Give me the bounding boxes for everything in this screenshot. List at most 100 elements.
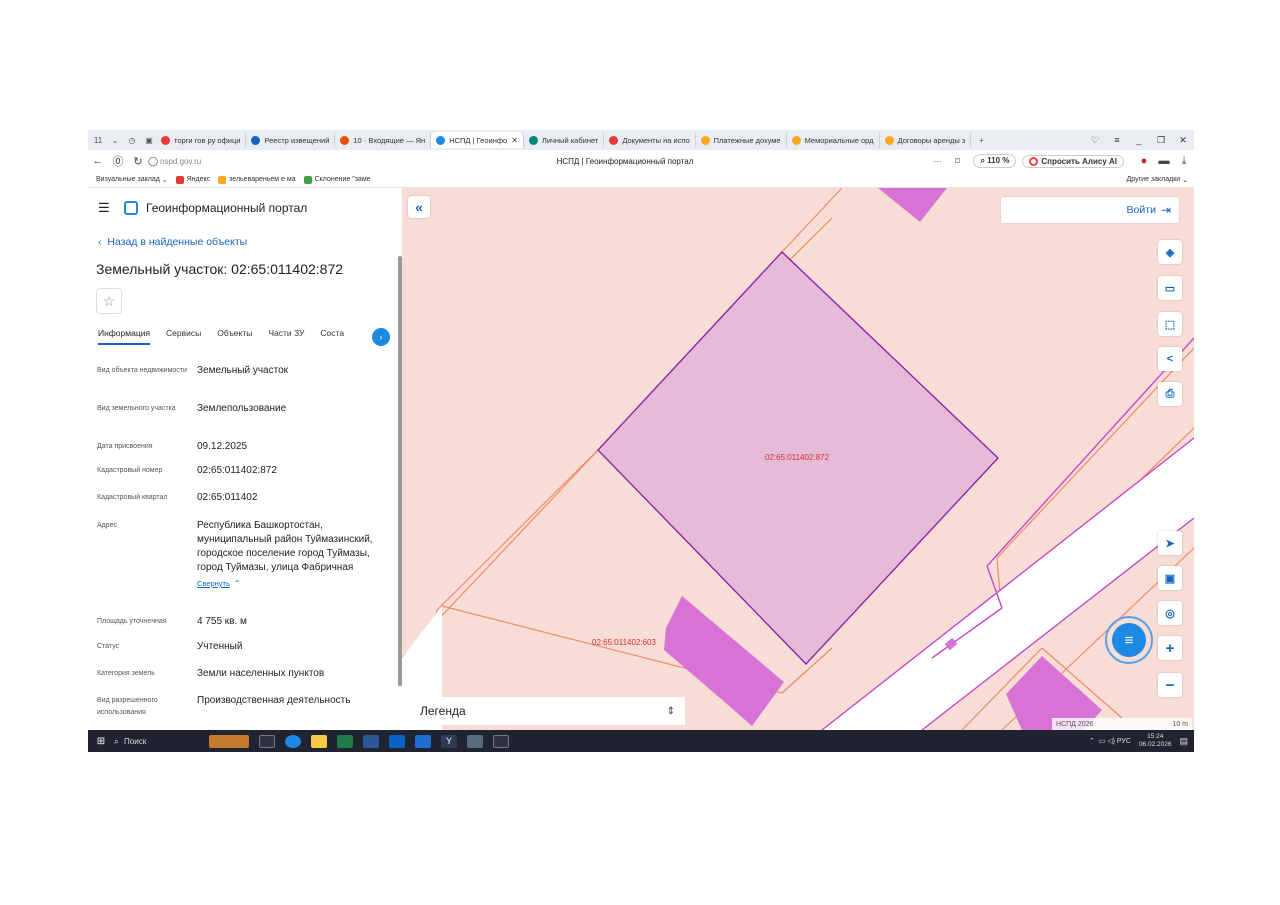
- address-bar: ← ⓪ ↻ ◯ nspd.gov.ru НСПД | Геоинформацио…: [88, 150, 1194, 172]
- zoom-out-icon[interactable]: −: [1158, 673, 1182, 697]
- menu-icon[interactable]: ☰: [98, 200, 112, 216]
- chevron-up-icon[interactable]: ⌃: [234, 579, 241, 588]
- pinned-app-icon[interactable]: [493, 734, 509, 748]
- new-tab-icon[interactable]: +: [974, 133, 988, 147]
- bookmark-item[interactable]: Яндекс: [175, 175, 211, 184]
- browser-tab[interactable]: торги гов ру офици: [156, 132, 247, 148]
- map-canvas[interactable]: 02:65:011402:872 02:65:011402:603: [402, 188, 1194, 730]
- field-row: Вид разрешенного использования Производс…: [97, 694, 393, 719]
- legend-dropdown[interactable]: Легенда ⇕: [410, 697, 685, 725]
- tab-favicon-icon: [340, 135, 350, 145]
- login-button[interactable]: Войти ⇥: [1001, 197, 1179, 223]
- lync-icon[interactable]: [415, 734, 431, 748]
- bookmark-icon[interactable]: ⌑: [947, 156, 967, 167]
- tab-count-badge[interactable]: 11: [91, 133, 105, 147]
- browser-tab[interactable]: Реестр извещений: [246, 132, 336, 148]
- tab-objects[interactable]: Объекты: [217, 328, 252, 345]
- browser-tab[interactable]: 10 · Входящие — Ян: [335, 132, 432, 148]
- history-icon[interactable]: ◷: [125, 133, 139, 147]
- bookmark-label: Яндекс: [186, 176, 211, 183]
- windows-start-icon[interactable]: ⊞: [88, 736, 114, 747]
- screen: 11 ⌄ ◷ ▣ торги гов ру офици Реестр извещ…: [88, 130, 1194, 752]
- page-title: НСПД | Геоинформационный портал: [556, 156, 694, 166]
- language-indicator[interactable]: РУС: [1117, 738, 1131, 745]
- edge-icon[interactable]: [285, 734, 301, 748]
- tabs-next-icon[interactable]: ›: [372, 328, 390, 346]
- ruler-icon[interactable]: ▭: [1158, 276, 1182, 300]
- minimize-icon[interactable]: _: [1128, 135, 1150, 145]
- app-icon[interactable]: [467, 734, 483, 748]
- location-pin-icon[interactable]: ◎: [1158, 601, 1182, 625]
- explorer-icon[interactable]: [311, 734, 327, 748]
- print-icon[interactable]: ⎙: [1158, 382, 1182, 406]
- clock[interactable]: 15:24 06.02.2026: [1139, 733, 1172, 749]
- select-area-icon[interactable]: ⬚: [1158, 312, 1182, 336]
- share-icon[interactable]: <: [1158, 347, 1182, 371]
- word-icon[interactable]: [363, 734, 379, 748]
- outlook-icon[interactable]: [389, 734, 405, 748]
- browser-tab-active[interactable]: НСПД | Геоинфо ✕: [431, 132, 524, 148]
- chat-button[interactable]: ≡: [1105, 616, 1153, 664]
- back-icon[interactable]: ←: [88, 155, 108, 167]
- bookmark-item[interactable]: Визуальные заклад ⌄: [96, 176, 168, 184]
- download-icon[interactable]: ⤓: [1174, 155, 1194, 168]
- basemap-icon[interactable]: ▣: [1158, 566, 1182, 590]
- yandex-browser-icon[interactable]: Y: [441, 734, 457, 748]
- bookmark-item[interactable]: зельевареньем е ма: [218, 175, 296, 184]
- tab-composition[interactable]: Соста: [320, 328, 344, 345]
- bookmark-label: Визуальные заклад: [96, 176, 160, 183]
- browser-tab[interactable]: Личный кабинет: [524, 132, 605, 148]
- yandex-favicon-icon: [175, 175, 184, 184]
- collapse-link[interactable]: Свернуть: [197, 579, 230, 588]
- volume-icon[interactable]: ◁): [1107, 737, 1117, 745]
- layers-icon[interactable]: ◈: [1158, 240, 1182, 264]
- close-window-icon[interactable]: ✕: [1172, 135, 1194, 146]
- bookmark-item[interactable]: Склонение "заме: [303, 175, 371, 184]
- field-value: 02:65:011402:872: [197, 465, 277, 476]
- reload-icon[interactable]: ↻: [128, 155, 148, 168]
- browser-tab[interactable]: Мемориальные орд: [787, 132, 880, 148]
- pinned-app-icon[interactable]: ▣: [142, 133, 156, 147]
- news-widget-icon[interactable]: [209, 734, 249, 748]
- back-link[interactable]: ‹ Назад в найденные объекты: [98, 236, 247, 248]
- zoom-indicator[interactable]: ⌕ 110 %: [973, 154, 1017, 168]
- tab-info[interactable]: Информация: [98, 328, 151, 345]
- cadastral-map[interactable]: 02:65:011402:872 02:65:011402:603 « Войт…: [402, 188, 1194, 730]
- more-icon[interactable]: ···: [927, 157, 947, 166]
- neighbor-parcel-label: 02:65:011402:603: [592, 638, 656, 647]
- building[interactable]: [878, 188, 947, 222]
- taskbar-search[interactable]: ⌕ Поиск: [114, 736, 204, 747]
- browser-tab[interactable]: Платежные докуме: [696, 132, 787, 148]
- alice-button[interactable]: Спросить Алису AI: [1022, 154, 1124, 168]
- favorite-star-icon[interactable]: ☆: [96, 288, 122, 314]
- field-row: Вид объекта недвижимости Земельный участ…: [97, 364, 393, 378]
- shield-icon[interactable]: ◯: [148, 156, 158, 167]
- zoom-in-icon[interactable]: +: [1158, 636, 1182, 660]
- close-tab-icon[interactable]: ✕: [511, 136, 518, 145]
- task-view-icon[interactable]: [259, 734, 275, 748]
- chevron-down-icon: ⌄: [1180, 176, 1188, 184]
- network-icon[interactable]: ▭: [1099, 737, 1108, 745]
- collections-icon[interactable]: ♡: [1084, 135, 1106, 146]
- geolocation-icon[interactable]: ➤: [1158, 531, 1182, 555]
- notifications-icon[interactable]: ▤: [1179, 736, 1188, 747]
- tab-list-icon[interactable]: ⌄: [108, 133, 122, 147]
- collapse-panel-icon[interactable]: «: [408, 196, 430, 218]
- tab-services[interactable]: Сервисы: [166, 328, 201, 345]
- other-bookmarks[interactable]: Другие закладки ⌄: [1127, 176, 1188, 184]
- tab-parts[interactable]: Части ЗУ: [268, 328, 304, 345]
- yandex-icon[interactable]: ⓪: [108, 153, 128, 169]
- restore-icon[interactable]: ❐: [1150, 135, 1172, 146]
- chevron-up-icon[interactable]: ⌃: [1089, 737, 1099, 745]
- back-link-label: Назад в найденные объекты: [107, 236, 248, 248]
- extension-icon[interactable]: ●: [1134, 155, 1154, 167]
- panel-header: ☰ Геоинформационный портал: [98, 200, 307, 216]
- excel-icon[interactable]: [337, 734, 353, 748]
- browser-tab[interactable]: Договоры аренды з: [880, 132, 972, 148]
- menu-icon[interactable]: ≡: [1106, 135, 1128, 145]
- legend-label: Легенда: [420, 704, 466, 718]
- extension-2-icon[interactable]: ▬: [1154, 155, 1174, 167]
- sort-caret-icon: ⇕: [666, 705, 675, 717]
- url-field[interactable]: nspd.gov.ru: [160, 157, 410, 166]
- browser-tab[interactable]: Документы на испо: [604, 132, 696, 148]
